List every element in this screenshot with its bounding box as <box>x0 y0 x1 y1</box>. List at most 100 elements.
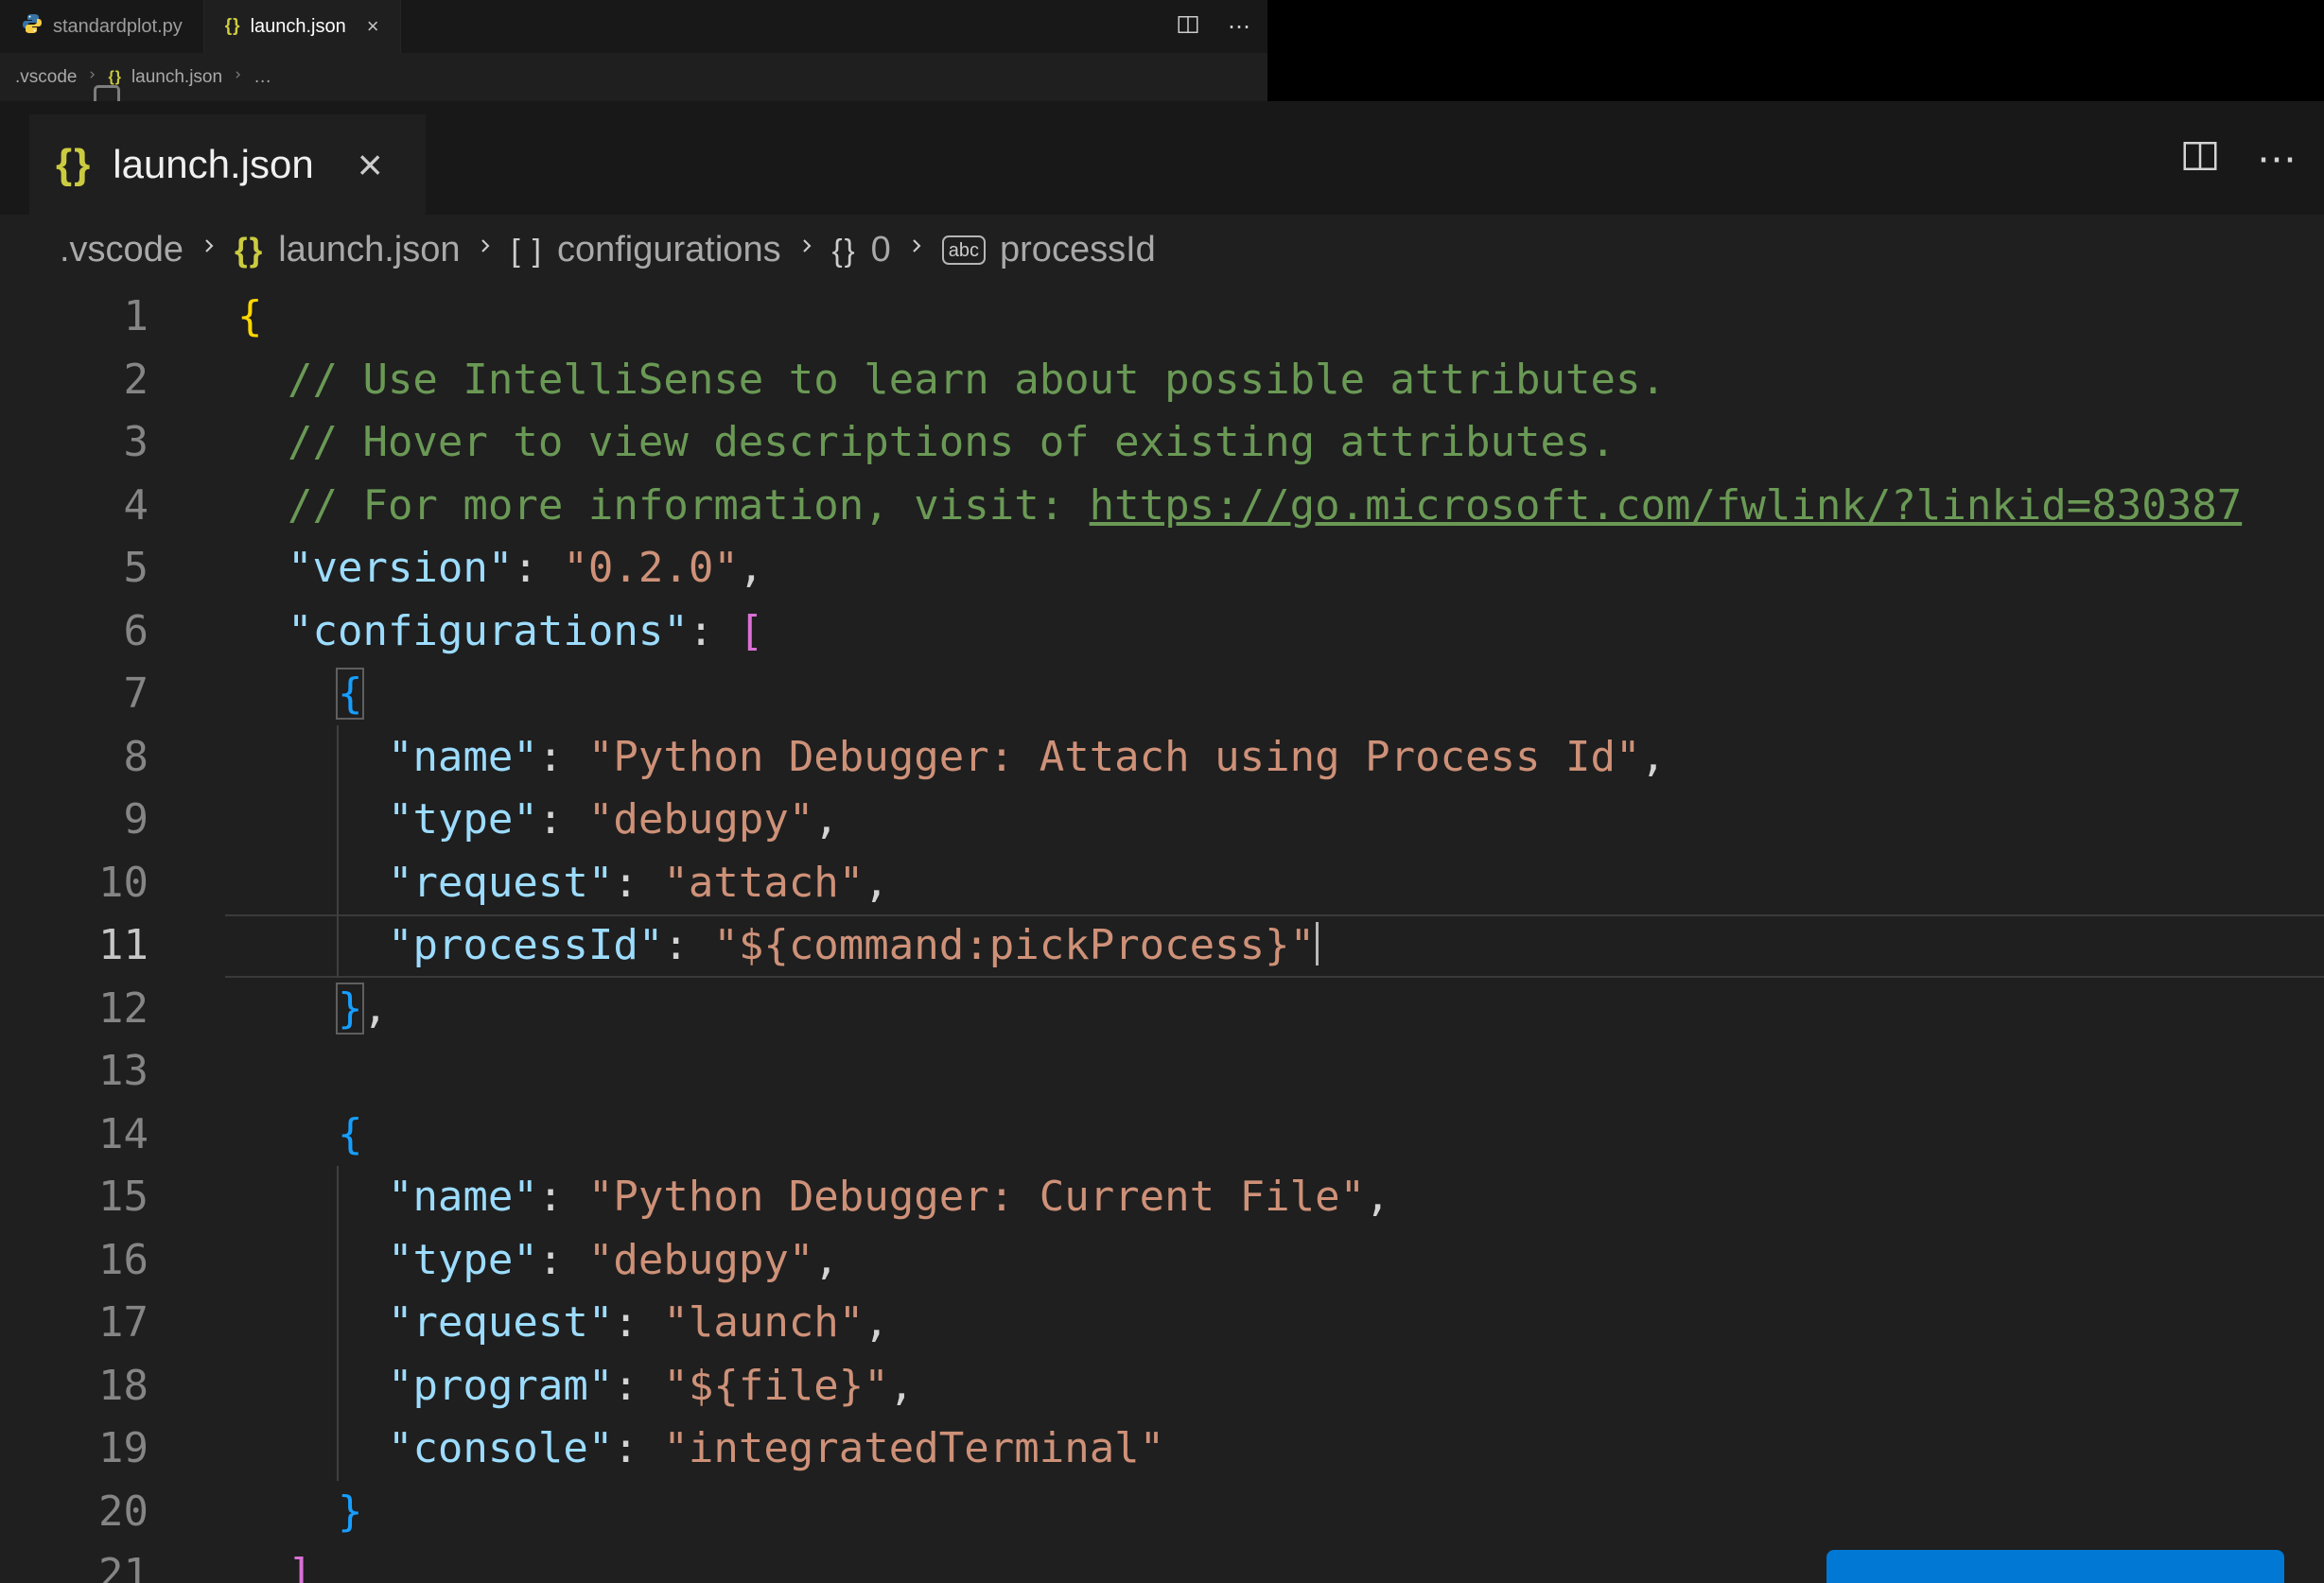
code-line[interactable]: 20 } <box>0 1481 2324 1544</box>
breadcrumb-item-launch-json[interactable]: launch.json <box>131 67 222 88</box>
code-line[interactable]: 7 { <box>0 663 2324 726</box>
breadcrumb-item-0[interactable]: 0 <box>871 230 891 270</box>
code-token: , <box>864 1298 889 1347</box>
line-number[interactable]: 3 <box>0 411 149 475</box>
code-line[interactable]: 13 <box>0 1040 2324 1104</box>
line-number[interactable]: 13 <box>0 1040 149 1104</box>
code-token: : <box>537 795 588 844</box>
code-token: : <box>537 1173 588 1221</box>
code-token: "configurations" <box>287 606 689 655</box>
code-line[interactable]: 5 "version": "0.2.0", <box>0 537 2324 600</box>
line-number[interactable]: 16 <box>0 1229 149 1293</box>
code-line[interactable]: 11 "processId": "${command:pickProcess}" <box>0 914 2324 978</box>
line-number[interactable]: 18 <box>0 1355 149 1418</box>
code-line-content: "request": "launch", <box>149 1292 889 1355</box>
python-icon <box>21 12 44 41</box>
code-line[interactable]: 17 "request": "launch", <box>0 1292 2324 1355</box>
breadcrumb-item-vscode[interactable]: .vscode <box>60 230 183 270</box>
code-token: ] <box>287 1550 313 1583</box>
code-token: "0.2.0" <box>563 544 739 592</box>
code-line[interactable]: 6 "configurations": [ <box>0 600 2324 664</box>
code-line[interactable]: 12 }, <box>0 978 2324 1041</box>
code-line-content: "name": "Python Debugger: Current File", <box>149 1166 1390 1229</box>
line-number[interactable]: 17 <box>0 1292 149 1355</box>
code-line[interactable]: 10 "request": "attach", <box>0 852 2324 915</box>
json-braces-icon: {} <box>234 231 265 269</box>
code-line[interactable]: 3 // Hover to view descriptions of exist… <box>0 411 2324 475</box>
line-number[interactable]: 7 <box>0 663 149 726</box>
tab-standardplot-py[interactable]: standardplot.py <box>0 0 204 53</box>
code-token: "version" <box>287 544 514 592</box>
editor-actions: ⋯ <box>1177 0 1267 53</box>
code-line[interactable]: 14 { <box>0 1104 2324 1167</box>
line-number[interactable]: 8 <box>0 726 149 790</box>
more-actions-icon[interactable]: ⋯ <box>2257 135 2299 182</box>
tab-label: launch.json <box>113 142 314 186</box>
more-actions-icon[interactable]: ⋯ <box>1228 13 1252 41</box>
code-token: [ <box>738 606 764 655</box>
line-number[interactable]: 12 <box>0 978 149 1041</box>
line-number[interactable]: 10 <box>0 852 149 915</box>
symbol-string-icon: abc <box>941 235 987 265</box>
line-number[interactable]: 2 <box>0 349 149 412</box>
code-line[interactable]: 2 // Use IntelliSense to learn about pos… <box>0 349 2324 412</box>
code-token: { <box>337 1109 363 1158</box>
code-token: "request" <box>387 858 614 907</box>
code-token: "Python Debugger: Current File" <box>587 1173 1366 1221</box>
line-number[interactable]: 20 <box>0 1481 149 1544</box>
code-token: { <box>237 292 263 340</box>
line-number[interactable]: 9 <box>0 789 149 852</box>
editor-tab-bar-zoomed: {} launch.json × ⋯ <box>0 101 2324 215</box>
close-icon[interactable]: × <box>367 14 379 39</box>
line-number[interactable]: 21 <box>0 1543 149 1583</box>
code-token: "launch" <box>663 1298 865 1347</box>
code-token: https://go.microsoft.com/fwlink/?linkid=… <box>1089 480 2243 530</box>
line-number[interactable]: 6 <box>0 600 149 664</box>
close-icon[interactable]: × <box>358 143 383 186</box>
line-number[interactable]: 5 <box>0 537 149 600</box>
tab-launch-json[interactable]: {} launch.json × <box>203 0 401 53</box>
code-line[interactable]: 8 "name": "Python Debugger: Attach using… <box>0 726 2324 790</box>
code-token: , <box>1640 732 1666 781</box>
breadcrumb-item-processid[interactable]: processId <box>1000 230 1156 270</box>
code-editor[interactable]: 1{2 // Use IntelliSense to learn about p… <box>0 286 2324 1583</box>
line-number[interactable]: 19 <box>0 1418 149 1481</box>
code-token: "name" <box>387 1173 538 1221</box>
code-line[interactable]: 15 "name": "Python Debugger: Current Fil… <box>0 1166 2324 1229</box>
breadcrumb-item-vscode[interactable]: .vscode <box>15 67 77 88</box>
code-line-content: { <box>149 1104 363 1167</box>
line-number[interactable]: 15 <box>0 1166 149 1229</box>
code-token: : <box>513 544 564 592</box>
code-line[interactable]: 4 // For more information, visit: https:… <box>0 475 2324 538</box>
code-line[interactable]: 18 "program": "${file}", <box>0 1355 2324 1418</box>
line-number[interactable]: 1 <box>0 286 149 349</box>
add-configuration-button[interactable] <box>1826 1550 2284 1583</box>
split-editor-icon[interactable] <box>2181 137 2219 180</box>
code-line[interactable]: 1{ <box>0 286 2324 349</box>
breadcrumb-item-configurations[interactable]: configurations <box>557 230 781 270</box>
breadcrumb-item-launch-json[interactable]: launch.json <box>278 230 460 270</box>
split-editor-icon[interactable] <box>1177 13 1199 41</box>
code-line[interactable]: 19 "console": "integratedTerminal" <box>0 1418 2324 1481</box>
line-number[interactable]: 14 <box>0 1104 149 1167</box>
breadcrumb-item-ellipsis[interactable]: … <box>253 67 271 88</box>
line-number[interactable]: 4 <box>0 475 149 538</box>
code-line[interactable]: 16 "type": "debugpy", <box>0 1229 2324 1293</box>
code-line-content: { <box>149 663 365 726</box>
line-number[interactable]: 11 <box>0 914 149 978</box>
code-line[interactable]: 9 "type": "debugpy", <box>0 789 2324 852</box>
tab-launch-json-zoomed[interactable]: {} launch.json × <box>29 114 426 215</box>
code-token: "${file}" <box>663 1361 889 1410</box>
code-line-content: "processId": "${command:pickProcess}" <box>149 914 1319 978</box>
editor-tab-bar: standardplot.py {} launch.json × ⋯ <box>0 0 1267 53</box>
code-token: "type" <box>387 1235 538 1284</box>
code-token: : <box>537 1235 588 1284</box>
symbol-object-icon: {} <box>831 232 857 268</box>
